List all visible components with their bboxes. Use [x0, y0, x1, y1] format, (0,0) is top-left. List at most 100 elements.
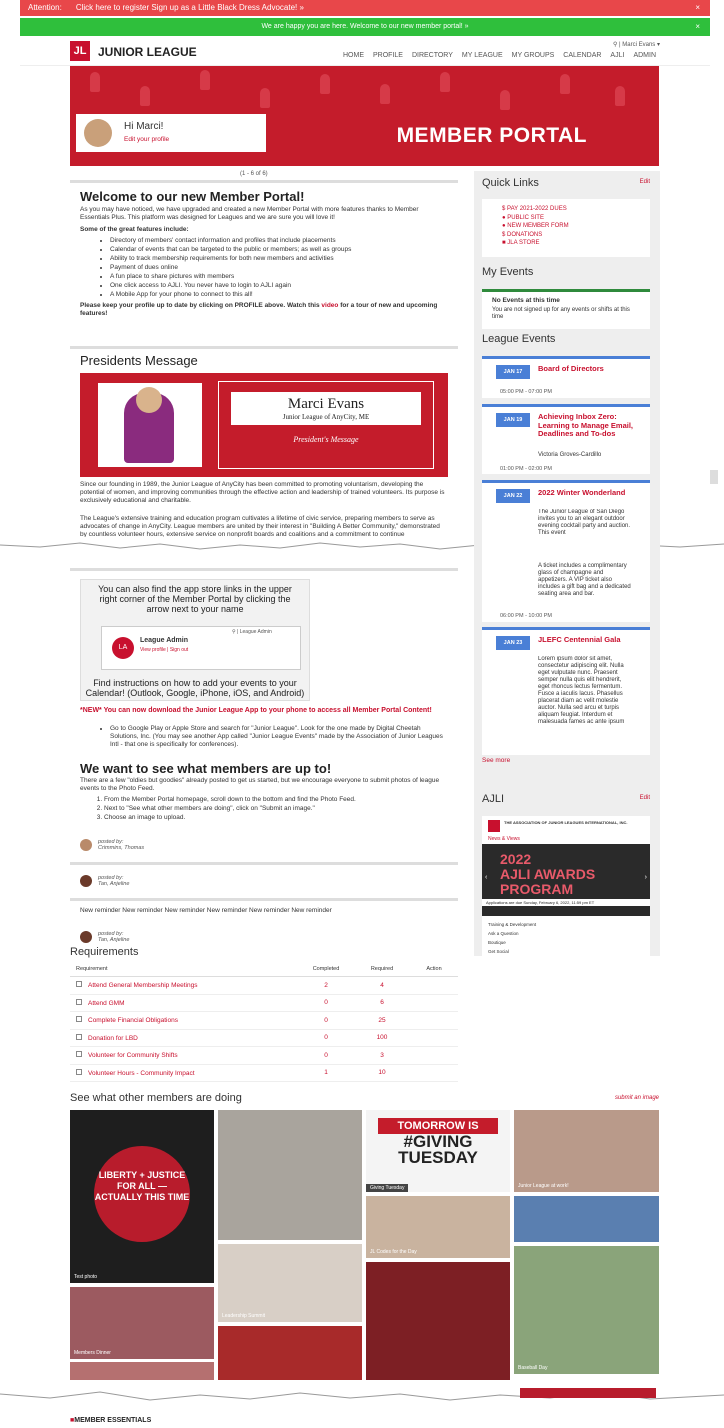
- decor-figure: [140, 86, 150, 106]
- footer-brand[interactable]: ■MEMBER ESSENTIALS: [70, 1417, 151, 1424]
- table-row[interactable]: Attend GMM 0 6: [70, 995, 458, 1012]
- award-banner[interactable]: 2022 AJLI AWARDS PROGRAM Applications are …: [482, 844, 650, 916]
- scrollbar[interactable]: [710, 470, 718, 484]
- table-row[interactable]: Donation for LBD 0 100: [70, 1030, 458, 1047]
- welcome-banner-text[interactable]: We are happy you are here. Welcome to ou…: [261, 23, 468, 30]
- gallery-photo[interactable]: [70, 1362, 214, 1382]
- link-label[interactable]: JLA STORE: [507, 240, 539, 246]
- list-item: Choose an image to upload.: [104, 813, 444, 822]
- gallery-photo[interactable]: Junior League at work!: [514, 1110, 659, 1192]
- link-label[interactable]: DONATIONS: [507, 232, 542, 238]
- footer-text[interactable]: MEMBER ESSENTIALS: [74, 1417, 151, 1424]
- nav-admin[interactable]: ADMIN: [633, 52, 656, 59]
- link-label[interactable]: PAY 2021-2022 DUES: [507, 206, 567, 212]
- event-card[interactable]: JAN 22 2022 Winter Wonderland The Junior…: [482, 480, 650, 622]
- attention-banner[interactable]: Attention: Click here to register Sign up…: [20, 0, 710, 16]
- gallery-photo[interactable]: JL Codes for the Day: [366, 1196, 510, 1258]
- close-icon[interactable]: ×: [695, 0, 700, 16]
- table-row[interactable]: Volunteer for Community Shifts 0 3: [70, 1047, 458, 1065]
- avatar[interactable]: [80, 875, 92, 887]
- event-title[interactable]: Board of Directors: [538, 364, 638, 374]
- author-name[interactable]: Tan, Anjeline: [98, 881, 129, 887]
- video-link[interactable]: video: [321, 302, 338, 309]
- event-title[interactable]: 2022 Winter Wonderland: [538, 488, 638, 498]
- gallery-photo[interactable]: Leadership Summit: [218, 1244, 362, 1322]
- submit-image-link[interactable]: submit an image: [615, 1095, 659, 1101]
- chevron-right-icon[interactable]: ›: [645, 874, 647, 881]
- attention-link[interactable]: Click here to register Sign up as a Litt…: [76, 3, 304, 12]
- edit-quick-links[interactable]: Edit: [640, 179, 650, 185]
- checkbox[interactable]: [76, 981, 82, 988]
- nav-directory[interactable]: DIRECTORY: [412, 52, 453, 59]
- avatar[interactable]: [80, 931, 92, 943]
- checkbox[interactable]: [76, 1068, 82, 1075]
- requirement-name[interactable]: Complete Financial Obligations: [88, 1017, 178, 1024]
- event-title[interactable]: Achieving Inbox Zero: Learning to Manage…: [538, 412, 638, 439]
- logo-icon[interactable]: JL: [70, 41, 90, 61]
- gallery-photo[interactable]: [218, 1110, 362, 1240]
- gallery-photo[interactable]: LIBERTY + JUSTICE FOR ALL — ACTUALLY THI…: [70, 1110, 214, 1283]
- nav-profile[interactable]: PROFILE: [373, 52, 403, 59]
- see-more-link[interactable]: See more: [482, 757, 510, 764]
- author-name[interactable]: Tan, Anjeline: [98, 937, 129, 943]
- nav-my-groups[interactable]: MY GROUPS: [512, 52, 555, 59]
- link-public-site[interactable]: ● PUBLIC SITE: [502, 214, 650, 223]
- checkbox[interactable]: [76, 1016, 82, 1023]
- checkbox[interactable]: [76, 998, 82, 1005]
- link-store[interactable]: ■ JLA STORE: [502, 239, 650, 248]
- president-photo: [98, 383, 202, 467]
- table-row[interactable]: Complete Financial Obligations 0 25: [70, 1012, 458, 1030]
- author-name[interactable]: Crimmins, Thomas: [98, 845, 144, 851]
- link-label[interactable]: PUBLIC SITE: [507, 215, 544, 221]
- ajli-link[interactable]: Boutique: [488, 938, 536, 947]
- user-name[interactable]: Marci Evans: [622, 42, 655, 48]
- requirement-name[interactable]: Donation for LBD: [88, 1035, 138, 1042]
- requirement-name[interactable]: Attend General Membership Meetings: [88, 982, 197, 989]
- post-intro: As you may have noticed, we have upgrade…: [80, 206, 419, 221]
- avatar[interactable]: [80, 839, 92, 851]
- requirement-name[interactable]: Attend GMM: [88, 1000, 124, 1007]
- requirement-name[interactable]: Volunteer Hours - Community Impact: [88, 1070, 195, 1077]
- nav-home[interactable]: HOME: [343, 52, 364, 59]
- post-author: posted by: Tan, Anjeline: [98, 875, 129, 887]
- ajli-link[interactable]: Get Social: [488, 947, 536, 956]
- link-new-member[interactable]: ● NEW MEMBER FORM: [502, 222, 650, 231]
- event-title[interactable]: JLEFC Centennial Gala: [538, 635, 638, 645]
- nav-calendar[interactable]: CALENDAR: [563, 52, 601, 59]
- table-row[interactable]: Attend General Membership Meetings 2 4: [70, 977, 458, 995]
- chevron-down-icon[interactable]: ▾: [657, 42, 660, 48]
- checkbox[interactable]: [76, 1033, 82, 1040]
- avatar[interactable]: [84, 119, 112, 147]
- link-pay-dues[interactable]: $ PAY 2021-2022 DUES: [502, 205, 650, 214]
- link-label[interactable]: NEW MEMBER FORM: [507, 223, 568, 229]
- requirement-name[interactable]: Volunteer for Community Shifts: [88, 1052, 178, 1059]
- close-icon[interactable]: ×: [695, 18, 700, 36]
- edit-ajli[interactable]: Edit: [640, 795, 650, 801]
- gallery-photo[interactable]: Baseball Day: [514, 1246, 659, 1374]
- gallery-photo[interactable]: Members Dinner: [70, 1287, 214, 1359]
- gallery-photo[interactable]: [366, 1262, 510, 1382]
- photo-caption: Baseball Day: [518, 1365, 548, 1371]
- search-icon[interactable]: ⚲: [613, 42, 617, 48]
- checkbox[interactable]: [76, 1051, 82, 1058]
- event-card[interactable]: JAN 19 Achieving Inbox Zero: Learning to…: [482, 404, 650, 474]
- event-card[interactable]: JAN 23 JLEFC Centennial Gala Lorem ipsum…: [482, 627, 650, 755]
- event-card[interactable]: JAN 17 Board of Directors 05:00 PM - 07:…: [482, 356, 650, 398]
- gallery-photo[interactable]: TOMORROW IS #GIVING TUESDAY Giving Tuesd…: [366, 1110, 510, 1192]
- nav-ajli[interactable]: AJLI: [610, 52, 624, 59]
- ajli-link[interactable]: Ask a Question: [488, 929, 536, 938]
- table-row[interactable]: Volunteer Hours - Community Impact 1 10: [70, 1065, 458, 1082]
- site-header: JL JUNIOR LEAGUE ⚲ | Marci Evans ▾ HOME …: [20, 38, 710, 66]
- chevron-left-icon[interactable]: ‹: [485, 874, 487, 881]
- welcome-banner[interactable]: We are happy you are here. Welcome to ou…: [20, 18, 710, 36]
- user-menu[interactable]: ⚲ | Marci Evans ▾: [613, 41, 660, 48]
- ajli-title: AJLI: [482, 793, 505, 805]
- ajli-link[interactable]: Training & Development: [488, 920, 536, 929]
- gallery-photo[interactable]: [218, 1326, 362, 1382]
- link-donations[interactable]: $ DONATIONS: [502, 231, 650, 240]
- brand-name[interactable]: JUNIOR LEAGUE: [98, 45, 197, 59]
- nav-my-league[interactable]: MY LEAGUE: [462, 52, 503, 59]
- edit-profile-link[interactable]: Edit your profile: [124, 136, 169, 143]
- news-link[interactable]: News & Views: [488, 836, 520, 842]
- gallery-photo[interactable]: [514, 1196, 659, 1242]
